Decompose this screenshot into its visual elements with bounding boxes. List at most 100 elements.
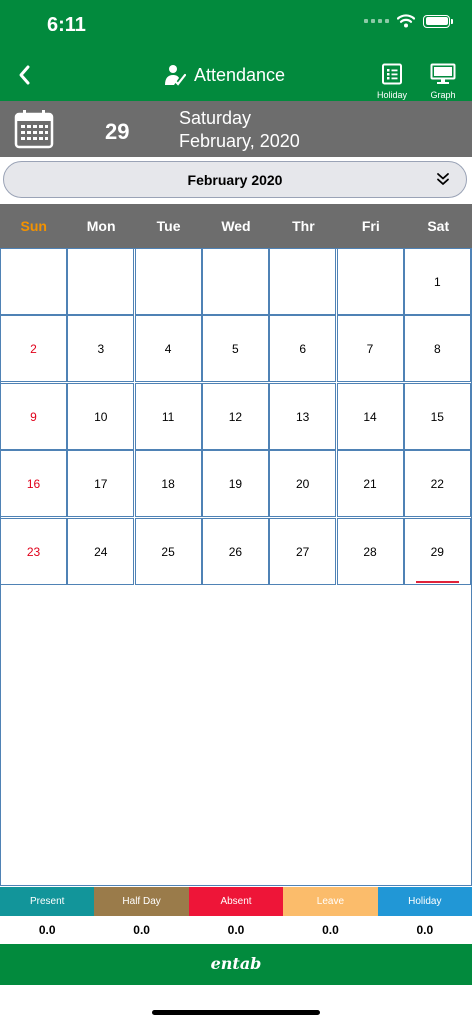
- calendar-day-number: 17: [94, 477, 108, 492]
- calendar-day-cell[interactable]: 4: [134, 315, 202, 383]
- status-icons: [364, 14, 453, 28]
- calendar-day-number: 26: [228, 544, 243, 559]
- calendar-day-cell[interactable]: 27: [269, 517, 337, 585]
- calendar-day-cell[interactable]: 9: [0, 382, 67, 450]
- calendar-day-number: 15: [430, 409, 444, 424]
- double-chevron-down-icon: [437, 173, 449, 185]
- calendar-empty-cell: [134, 248, 202, 315]
- calendar-day-number: 13: [296, 409, 310, 424]
- calendar-day-cell[interactable]: 19: [201, 450, 269, 518]
- calendar-empty-cell: [336, 248, 404, 315]
- calendar-day-cell[interactable]: 6: [269, 315, 337, 383]
- calendar-day-number: 12: [228, 409, 243, 424]
- calendar-day-cell[interactable]: 28: [336, 517, 404, 585]
- legend-leave: Leave: [283, 887, 378, 916]
- month-selector-label: February 2020: [187, 172, 283, 188]
- calendar-day-cell[interactable]: 23: [0, 517, 67, 585]
- graph-label: Graph: [430, 90, 456, 100]
- calendar-day-cell[interactable]: 17: [67, 450, 135, 518]
- calendar-day-number: 28: [363, 544, 377, 559]
- wifi-icon: [397, 14, 415, 28]
- calendar-day-number: 18: [161, 477, 175, 492]
- calendar-day-cell[interactable]: 2: [0, 315, 67, 383]
- calendar-day-cell[interactable]: 1: [403, 248, 471, 315]
- back-button[interactable]: [14, 62, 36, 88]
- battery-icon: [423, 14, 453, 28]
- calendar-day-number: 5: [232, 342, 239, 357]
- calendar-day-number: 25: [161, 544, 175, 559]
- calendar-day-number: 20: [296, 477, 310, 492]
- calendar-empty-cell: [201, 248, 269, 315]
- selected-month-year: February, 2020: [179, 131, 300, 151]
- calendar-day-number: 8: [433, 342, 441, 357]
- calendar-day-cell[interactable]: 10: [67, 382, 135, 450]
- month-selector[interactable]: February 2020: [3, 161, 467, 198]
- calendar-day-cell[interactable]: 21: [336, 450, 404, 518]
- calendar-day-cell[interactable]: 13: [269, 382, 337, 450]
- calendar-day-cell[interactable]: 29: [403, 517, 471, 585]
- calendar-day-cell[interactable]: 12: [201, 382, 269, 450]
- calendar-day-number: 3: [97, 342, 105, 357]
- entab-logo: entab: [210, 954, 262, 973]
- calendar-day-cell[interactable]: 8: [403, 315, 471, 383]
- weekday-thr: Thr: [292, 218, 315, 234]
- count-leave: 0.0: [322, 923, 339, 937]
- count-half-day: 0.0: [133, 923, 150, 937]
- calendar-day-number: 6: [299, 342, 307, 357]
- calendar-day-number: 27: [296, 544, 310, 559]
- calendar-day-cell[interactable]: 5: [201, 315, 269, 383]
- legend-absent: Absent: [188, 887, 284, 916]
- calendar-day-number: 2: [30, 342, 37, 357]
- legend-holiday: Holiday: [377, 887, 472, 916]
- calendar-day-cell[interactable]: 7: [336, 315, 404, 383]
- calendar-empty-cell: [67, 248, 135, 315]
- calendar-day-cell[interactable]: 14: [336, 382, 404, 450]
- top-bar: 6:11 Attendance Holiday Graph: [0, 0, 472, 101]
- status-time: 6:11: [47, 14, 86, 36]
- calendar-day-cell[interactable]: 11: [134, 382, 202, 450]
- weekday-mon: Mon: [86, 218, 116, 234]
- monitor-graph-icon: [430, 63, 456, 84]
- graph-button[interactable]: Graph: [423, 63, 463, 100]
- count-present: 0.0: [38, 923, 56, 937]
- calendar-day-number: 23: [26, 544, 41, 559]
- attendance-legend: Present Half Day Absent Leave Holiday: [0, 887, 472, 916]
- calendar-day-cell[interactable]: 24: [67, 517, 135, 585]
- calendar-day-cell[interactable]: 26: [201, 517, 269, 585]
- calendar-day-number: 4: [164, 342, 172, 357]
- calendar-empty-cell: [0, 248, 67, 315]
- weekday-tue: Tue: [156, 218, 181, 234]
- calendar-icon: [14, 110, 54, 149]
- count-holiday: 0.0: [416, 923, 434, 937]
- weekday-fri: Fri: [361, 218, 380, 234]
- calendar-day-number: 14: [363, 409, 377, 424]
- home-indicator[interactable]: [152, 1010, 320, 1015]
- calendar-day-cell[interactable]: 3: [67, 315, 135, 383]
- calendar-day-number: 1: [433, 275, 441, 289]
- weekday-header: Sun Mon Tue Wed Thr Fri Sat: [0, 204, 472, 248]
- page-title: Attendance: [164, 64, 285, 86]
- calendar-day-number: 29: [430, 544, 444, 559]
- chevron-left-icon: [19, 65, 30, 85]
- holiday-button[interactable]: Holiday: [372, 63, 412, 100]
- weekday-wed: Wed: [221, 218, 251, 234]
- calendar-day-cell[interactable]: 22: [403, 450, 471, 518]
- calendar-day-cell[interactable]: 25: [134, 517, 202, 585]
- calendar-day-number: 16: [26, 477, 41, 492]
- legend-half-day: Half Day: [94, 887, 189, 916]
- calendar-day-cell[interactable]: 18: [134, 450, 202, 518]
- calendar-day-cell[interactable]: 20: [269, 450, 337, 518]
- calendar-day-cell[interactable]: 15: [403, 382, 471, 450]
- calendar-day-number: 7: [366, 342, 374, 357]
- calendar-day-cell[interactable]: 16: [0, 450, 67, 518]
- calendar-day-number: 11: [161, 409, 175, 424]
- weekday-sun: Sun: [20, 218, 47, 234]
- attendance-person-icon: [165, 65, 186, 86]
- selected-date-bar: 29 Saturday February, 2020: [0, 101, 472, 157]
- selected-day-number: 29: [105, 119, 130, 144]
- selected-day-underline: [415, 580, 459, 583]
- legend-present: Present: [0, 887, 95, 916]
- selected-weekday: Saturday: [179, 108, 252, 128]
- calendar-day-number: 22: [430, 477, 444, 492]
- calendar-day-number: 21: [363, 477, 377, 492]
